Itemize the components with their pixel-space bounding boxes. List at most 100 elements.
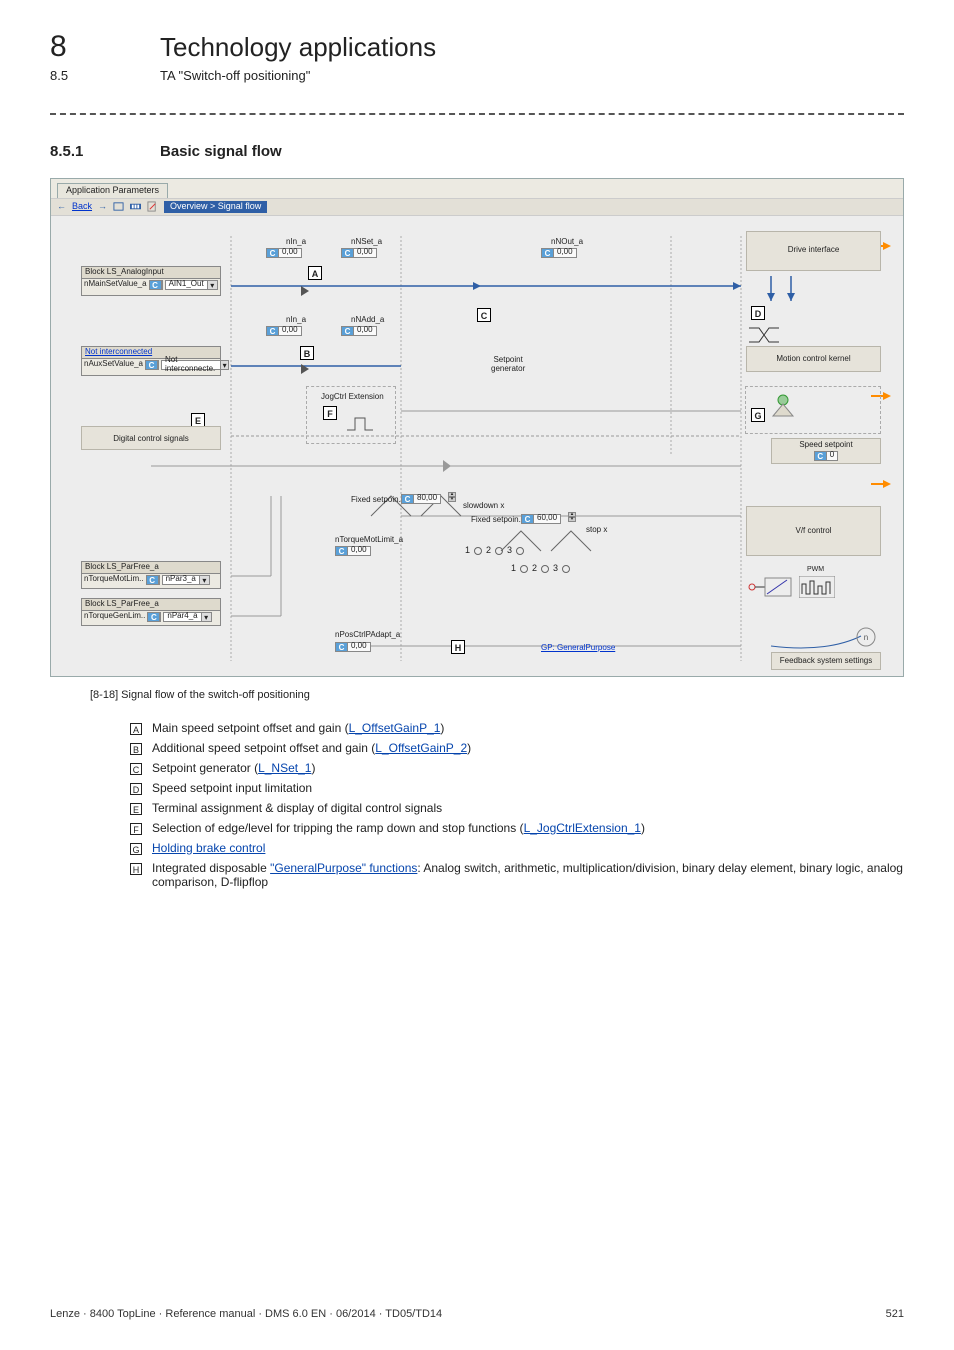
forward-arrow-icon[interactable]: → [98,202,107,212]
toolbar: ← Back → Overview > Signal flow [51,198,903,216]
cfield-ntorque[interactable]: C0,00 [335,546,371,556]
link-l-offsetgainp-1[interactable]: L_OffsetGainP_1 [349,721,441,735]
vf-curve-icon [747,576,795,598]
marker-a: A [308,266,322,280]
legend-row-e: E Terminal assignment & display of digit… [130,801,904,815]
marker-e: E [191,413,205,427]
subchapter-title: TA "Switch-off positioning" [160,68,310,83]
back-link[interactable]: Back [72,202,92,212]
diagram-area: nIn_a C0,00 nNSet_a C0,00 nNOut_a C0,00 … [51,216,903,676]
label-nin-a-1: nIn_a [286,238,306,247]
cfield-main[interactable]: C [149,280,163,290]
cfield-speedsp[interactable]: C0 [814,451,838,461]
dropdown-npar3[interactable]: nPar3_a▾ [162,575,210,585]
pwm-icon [799,576,835,598]
dropdown-npar4[interactable]: nPar4_a▾ [163,612,211,622]
amp-icon-b [301,364,309,377]
footer-left: Lenze · 8400 TopLine · Reference manual … [50,1308,442,1320]
subchapter-number: 8.5 [50,68,120,83]
legend-mark: F [130,823,142,835]
label-pwm: PWM [807,566,824,574]
block-ls-analoginput[interactable]: Block LS_AnalogInput nMainSetValue_a C A… [81,266,221,296]
label-nin-a-2: nIn_a [286,316,306,325]
breadcrumb: Overview > Signal flow [164,201,267,213]
legend-row-b: B Additional speed setpoint offset and g… [130,741,904,755]
label-nauxsetvalue: nAuxSetValue_a [84,360,143,369]
icon-3[interactable] [147,201,158,212]
section-number: 8.5.1 [50,143,120,160]
spinner-slowdown[interactable]: ▴▾ [448,492,456,502]
block-ls-parfree-2[interactable]: Block LS_ParFree_a nTorqueGenLim.. C nPa… [81,598,221,626]
cfield-nnset-a[interactable]: C0,00 [341,248,377,258]
label-ntorquemotlimit: nTorqueMotLimit_a [335,536,403,545]
link-l-nset-1[interactable]: L_NSet_1 [258,761,311,775]
link-holding-brake-control[interactable]: Holding brake control [152,841,265,855]
app-panel: Application Parameters ← Back → Overview… [50,178,904,677]
label-slowdown-x: slowdown x [463,502,504,511]
legend-mark: A [130,723,142,735]
back-arrow-icon[interactable]: ← [57,202,66,212]
section-title: Basic signal flow [160,143,282,160]
legend-mark: B [130,743,142,755]
legend-mark: E [130,803,142,815]
cfield-nin-a-2[interactable]: C0,00 [266,326,302,336]
legend-mark: H [130,863,142,875]
link-l-jogctrlextension-1[interactable]: L_JogCtrlExtension_1 [524,821,641,835]
motor-icon: n [855,626,877,648]
jogctrl-box [306,386,396,444]
label-nnout-a: nNOut_a [551,238,583,247]
cfield-nnout-a[interactable]: C0,00 [541,248,577,258]
link-gp-general[interactable]: GP: GeneralPurpose [541,644,615,653]
page-footer: Lenze · 8400 TopLine · Reference manual … [50,1308,904,1320]
spinner-stop[interactable]: ▴▾ [568,512,576,522]
tab-app-parameters[interactable]: Application Parameters [57,183,168,198]
cfield-aux[interactable]: C [145,360,159,370]
block-ls-parfree-1[interactable]: Block LS_ParFree_a nTorqueMotLim.. C nPa… [81,561,221,589]
radioset-2[interactable]: 1 2 3 [511,564,570,574]
cfield-nposctrl[interactable]: C0,00 [335,642,371,652]
label-nposctrl: nPosCtrlPAdapt_a [335,631,400,640]
chapter-title: Technology applications [160,32,436,63]
dropdown-notint[interactable]: Not interconnecte.▾ [161,360,229,370]
legend-mark: G [130,843,142,855]
cfield-stop[interactable]: C60,00 [521,514,561,524]
amp-icon-a [301,286,309,299]
label-stop-x: stop x [586,526,607,535]
svg-text:n: n [864,633,868,642]
footer-page-number: 521 [886,1308,904,1320]
dropdown-ain1[interactable]: AIN1_Out▾ [165,280,218,290]
panel-vf-control[interactable]: V/f control [746,506,881,556]
panel-digital-signals[interactable]: Digital control signals [81,426,221,450]
limiter-icon [747,324,783,346]
cfield-ntml[interactable]: C [146,575,160,585]
block-not-interconnected[interactable]: Not interconnected nAuxSetValue_a C Not … [81,346,221,376]
marker-d: D [751,306,765,320]
icon-2[interactable] [130,201,141,212]
marker-c: C [477,308,491,322]
panel-feedback[interactable]: Feedback system settings [771,652,881,670]
cfield-nnadd-a[interactable]: C0,00 [341,326,377,336]
legend-row-a: A Main speed setpoint offset and gain (L… [130,721,904,735]
label-setpoint-generator: Setpoint generator [491,356,525,374]
panel-speed-setpoint: Speed setpoint C0 [771,438,881,464]
cfield-nin-a-1[interactable]: C0,00 [266,248,302,258]
legend-row-d: D Speed setpoint input limitation [130,781,904,795]
cfield-ntgl[interactable]: C [147,612,161,622]
panel-mck[interactable]: Motion control kernel [746,346,881,372]
marker-b: B [300,346,314,360]
panel-drive-interface[interactable]: Drive interface [746,231,881,271]
legend-list: A Main speed setpoint offset and gain (L… [130,721,904,889]
legend-row-c: C Setpoint generator (L_NSet_1) [130,761,904,775]
radioset-1[interactable]: 1 2 3 [465,546,524,556]
separator [50,113,904,115]
legend-mark: C [130,763,142,775]
link-l-offsetgainp-2[interactable]: L_OffsetGainP_2 [375,741,467,755]
label-nmainsetvalue: nMainSetValue_a [84,280,147,289]
legend-mark: D [130,783,142,795]
cfield-slowdown[interactable]: C80,00 [401,494,441,504]
link-generalpurpose-functions[interactable]: "GeneralPurpose" functions [270,861,417,875]
label-fixed-setpoin-2: Fixed setpoin.. [471,516,523,525]
brake-box [745,386,881,434]
icon-1[interactable] [113,201,124,212]
label-nnset-a: nNSet_a [351,238,382,247]
